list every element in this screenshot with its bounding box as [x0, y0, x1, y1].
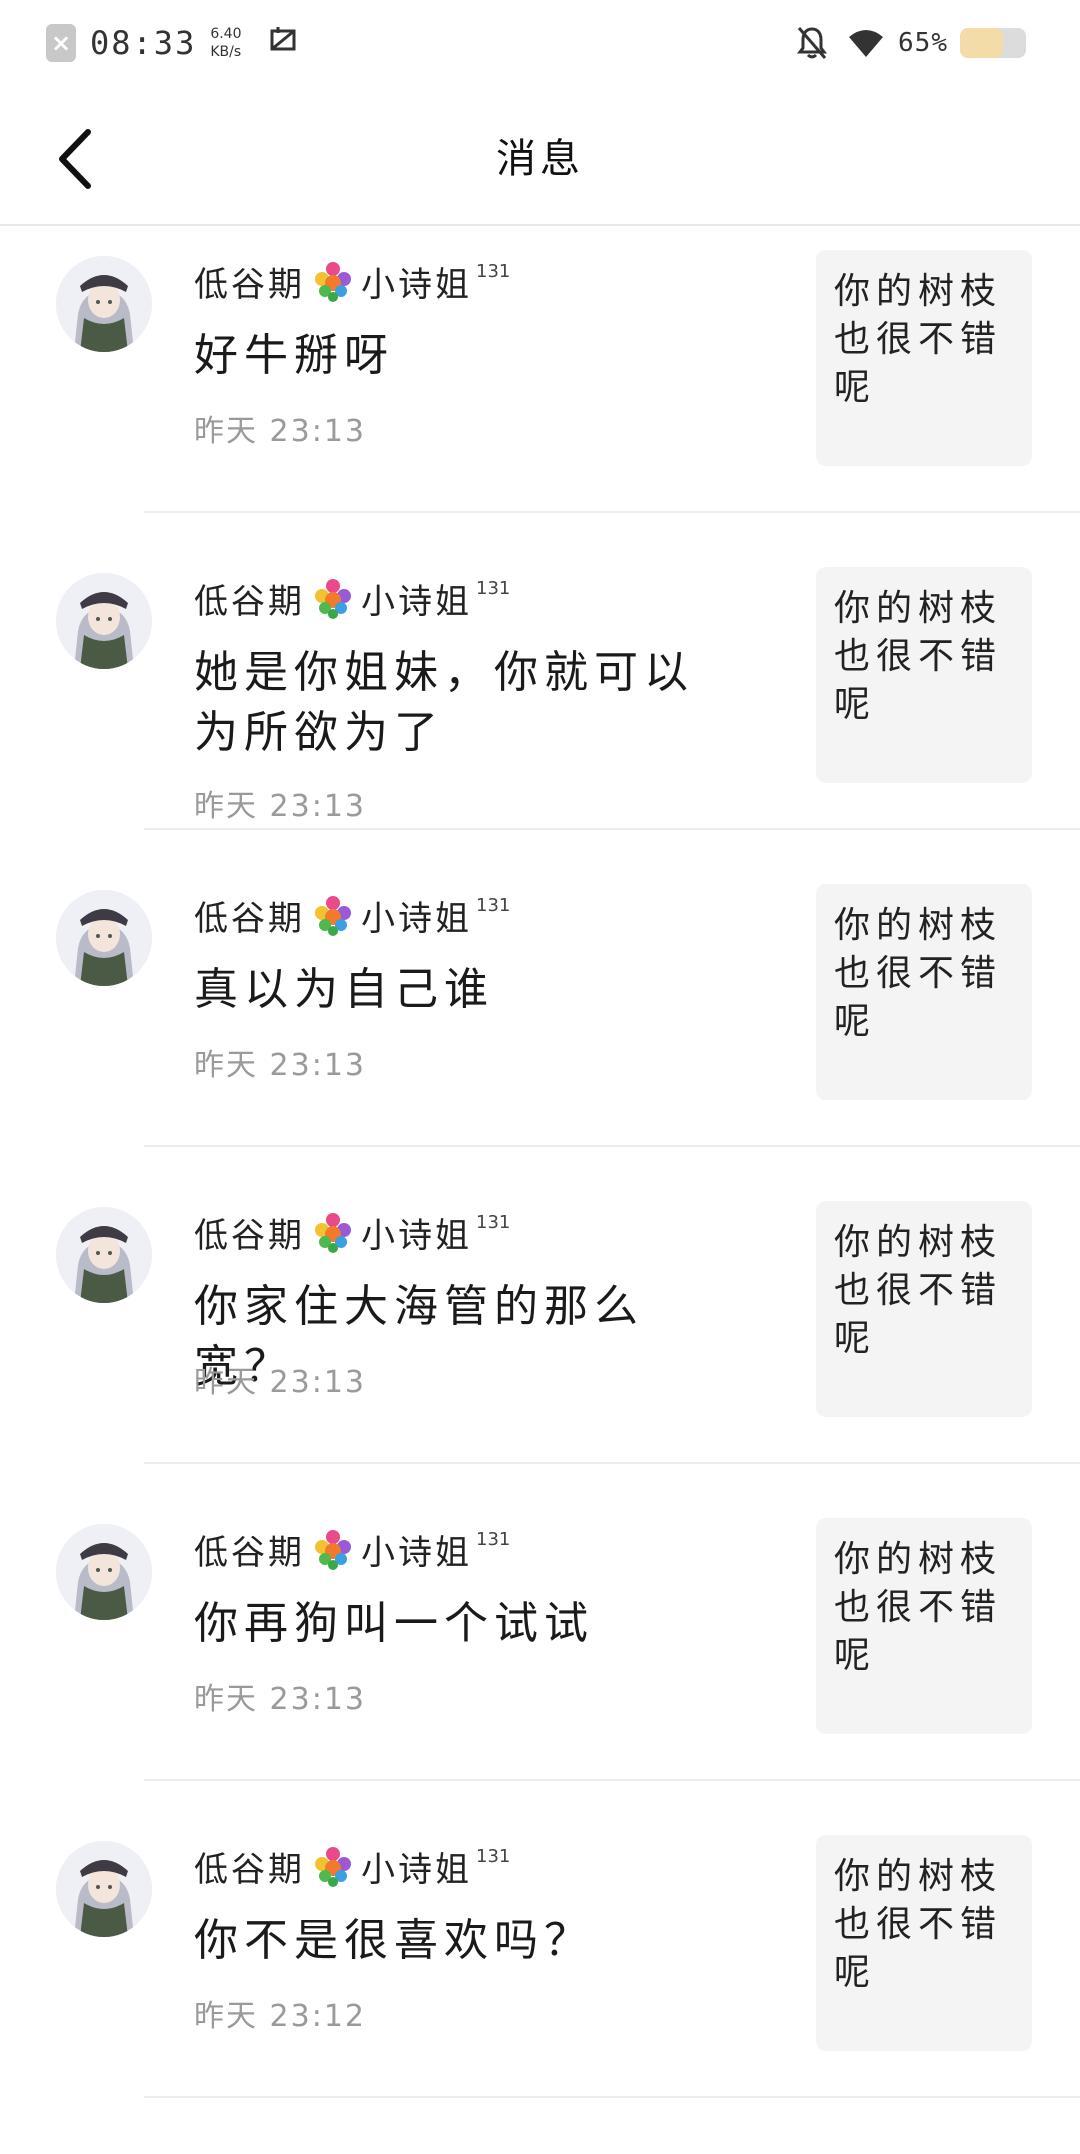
timestamp: 昨天 23:12 — [194, 1999, 366, 2034]
quoted-post[interactable]: 你的树枝也很不错呢 — [816, 884, 1032, 1100]
list-item[interactable]: 低谷期 小诗姐 131 你再狗叫一个试试 昨天 23:13 你的树枝也很不错呢 — [0, 1464, 1080, 1781]
user-level: 131 — [476, 894, 511, 916]
user-level: 131 — [476, 260, 511, 282]
avatar[interactable] — [56, 1207, 152, 1303]
flower-bouquet-icon — [315, 1530, 351, 1570]
status-bar: × 08:33 6.40 KB/s 65% — [0, 0, 1080, 86]
avatar-image — [56, 1207, 152, 1303]
screenshot-icon — [268, 25, 298, 62]
avatar[interactable] — [56, 890, 152, 986]
list-item[interactable]: 低谷期 小诗姐 131 你家住大海管的那么宽？ 昨天 23:13 你的树枝也很不… — [0, 1147, 1080, 1464]
nav-bar: 消息 — [0, 86, 1080, 226]
quoted-post[interactable]: 你的树枝也很不错呢 — [816, 1835, 1032, 2051]
divider — [144, 2096, 1080, 2098]
status-bar-left: × 08:33 6.40 KB/s — [46, 22, 298, 64]
avatar-image — [56, 890, 152, 986]
username-suffix: 小诗姐 — [361, 264, 472, 305]
username-row: 低谷期 小诗姐 131 — [194, 1207, 510, 1257]
comment-text: 你再狗叫一个试试 — [194, 1598, 594, 1649]
avatar-image — [56, 573, 152, 669]
close-icon[interactable]: × — [46, 24, 76, 62]
list-item[interactable]: 低谷期 小诗姐 131 她是你姐妹，你就可以为所欲为了 昨天 23:13 你的树… — [0, 513, 1080, 830]
network-speed-value: 6.40 — [210, 26, 242, 42]
network-speed: 6.40 KB/s — [210, 25, 241, 61]
username-row: 低谷期 小诗姐 131 — [194, 256, 510, 306]
username-row: 低谷期 小诗姐 131 — [194, 1841, 510, 1891]
wifi-icon — [849, 30, 884, 57]
quoted-post[interactable]: 你的树枝也很不错呢 — [816, 1201, 1032, 1417]
username[interactable]: 低谷期 — [194, 1842, 305, 1891]
username-suffix: 小诗姐 — [361, 1215, 472, 1256]
timestamp: 昨天 23:13 — [194, 1682, 366, 1717]
timestamp: 昨天 23:13 — [194, 414, 366, 449]
avatar-image — [56, 1841, 152, 1937]
quoted-post[interactable]: 你的树枝也很不错呢 — [816, 1518, 1032, 1734]
avatar[interactable] — [56, 256, 152, 352]
avatar-image — [56, 256, 152, 352]
network-speed-unit: KB/s — [210, 44, 242, 60]
username-row: 低谷期 小诗姐 131 — [194, 1524, 510, 1574]
user-level: 131 — [476, 1211, 511, 1233]
username[interactable]: 低谷期 — [194, 1208, 305, 1257]
avatar[interactable] — [56, 573, 152, 669]
username[interactable]: 低谷期 — [194, 574, 305, 623]
user-level: 131 — [476, 1528, 511, 1550]
comment-text: 真以为自己谁 — [194, 964, 494, 1015]
user-level: 131 — [476, 577, 511, 599]
timestamp: 昨天 23:13 — [194, 789, 366, 824]
list-item[interactable]: 低谷期 小诗姐 131 你不是很喜欢吗？ 昨天 23:12 你的树枝也很不错呢 — [0, 1781, 1080, 2098]
avatar[interactable] — [56, 1841, 152, 1937]
timestamp: 昨天 23:13 — [194, 1048, 366, 1083]
username-suffix: 小诗姐 — [361, 1532, 472, 1573]
username-row: 低谷期 小诗姐 131 — [194, 890, 510, 940]
comment-text: 好牛掰呀 — [194, 330, 394, 381]
quoted-post[interactable]: 你的树枝也很不错呢 — [816, 250, 1032, 466]
battery-fill — [960, 28, 1003, 58]
list-item[interactable]: 低谷期 小诗姐 131 真以为自己谁 昨天 23:13 你的树枝也很不错呢 — [0, 830, 1080, 1147]
timestamp: 昨天 23:13 — [194, 1365, 366, 1400]
clock: 08:33 — [90, 24, 197, 62]
username[interactable]: 低谷期 — [194, 1525, 305, 1574]
message-list-inner: 低谷期 小诗姐 131 好牛掰呀 昨天 23:13 你的树枝也很不错呢 低谷期 … — [0, 226, 1080, 2098]
avatar[interactable] — [56, 1524, 152, 1620]
comment-text: 她是你姐妹，你就可以为所欲为了 — [194, 647, 694, 758]
flower-bouquet-icon — [315, 262, 351, 302]
status-bar-right: 65% — [778, 22, 1026, 64]
username-suffix: 小诗姐 — [361, 1849, 472, 1890]
username-row: 低谷期 小诗姐 131 — [194, 573, 510, 623]
flower-bouquet-icon — [315, 1847, 351, 1887]
list-item[interactable]: 低谷期 小诗姐 131 好牛掰呀 昨天 23:13 你的树枝也很不错呢 — [0, 226, 1080, 513]
page-title: 消息 — [496, 136, 584, 182]
flower-bouquet-icon — [315, 896, 351, 936]
username[interactable]: 低谷期 — [194, 257, 305, 306]
username-suffix: 小诗姐 — [361, 898, 472, 939]
username-suffix: 小诗姐 — [361, 581, 472, 622]
comment-text: 你不是很喜欢吗？ — [194, 1915, 594, 1966]
username[interactable]: 低谷期 — [194, 891, 305, 940]
battery-icon — [960, 28, 1026, 58]
user-level: 131 — [476, 1845, 511, 1867]
flower-bouquet-icon — [315, 1213, 351, 1253]
mute-bell-icon — [797, 27, 828, 59]
message-list[interactable]: 低谷期 小诗姐 131 好牛掰呀 昨天 23:13 你的树枝也很不错呢 低谷期 … — [0, 226, 1080, 2154]
flower-bouquet-icon — [315, 579, 351, 619]
quoted-post[interactable]: 你的树枝也很不错呢 — [816, 567, 1032, 783]
avatar-image — [56, 1524, 152, 1620]
battery-percent: 65% — [898, 28, 948, 58]
